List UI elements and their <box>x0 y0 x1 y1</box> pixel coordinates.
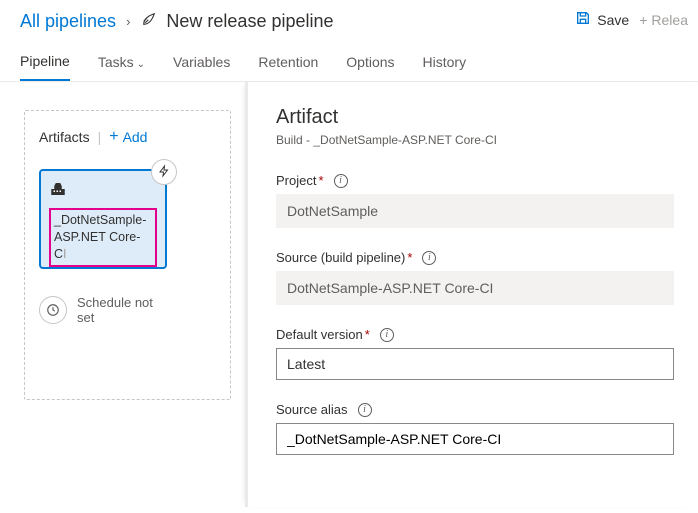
source-alias-label: Source alias i <box>276 402 674 417</box>
plus-icon: + <box>109 129 118 145</box>
build-icon <box>49 181 157 202</box>
tabs: Pipeline Tasks⌄ Variables Retention Opti… <box>0 39 698 82</box>
lightning-icon <box>158 164 170 181</box>
trigger-button[interactable] <box>151 159 177 185</box>
panel-subtitle: Build - _DotNetSample-ASP.NET Core-CI <box>276 133 674 147</box>
info-icon[interactable]: i <box>380 328 394 342</box>
save-button[interactable]: Save <box>575 10 629 29</box>
artifacts-panel: Artifacts | + Add _DotNetSample-ASP.NET <box>0 82 245 507</box>
tab-options[interactable]: Options <box>346 54 394 80</box>
source-alias-input[interactable] <box>276 423 674 455</box>
tab-tasks[interactable]: Tasks⌄ <box>98 54 145 80</box>
page-title: New release pipeline <box>166 11 333 32</box>
release-label: Relea <box>651 12 688 28</box>
default-version-select[interactable]: Latest <box>276 348 674 380</box>
panel-title: Artifact <box>276 106 674 129</box>
plus-icon: + <box>639 12 647 28</box>
save-label: Save <box>597 12 629 28</box>
source-input: DotNetSample-ASP.NET Core-CI <box>276 271 674 305</box>
project-input: DotNetSample <box>276 194 674 228</box>
tab-retention[interactable]: Retention <box>258 54 318 80</box>
release-button[interactable]: + Relea <box>639 12 688 28</box>
tab-history[interactable]: History <box>423 54 467 80</box>
tab-variables[interactable]: Variables <box>173 54 230 80</box>
info-icon[interactable]: i <box>422 251 436 265</box>
clock-icon <box>39 296 67 324</box>
default-version-label: Default version* i <box>276 327 674 342</box>
header-actions: Save + Relea <box>575 10 698 29</box>
artifact-alias: _DotNetSample-ASP.NET Core-CI <box>49 208 157 267</box>
tab-tasks-label: Tasks <box>98 54 134 70</box>
artifacts-heading: Artifacts <box>39 129 90 145</box>
schedule-label: Schedule not set <box>77 295 157 325</box>
info-icon[interactable]: i <box>358 403 372 417</box>
default-version-value: Latest <box>287 356 325 372</box>
chevron-down-icon: ⌄ <box>137 59 145 70</box>
chevron-right-icon: › <box>126 14 130 29</box>
add-artifact-button[interactable]: + Add <box>109 129 147 145</box>
save-icon <box>575 10 591 29</box>
source-label: Source (build pipeline)* i <box>276 250 674 265</box>
project-label: Project* i <box>276 173 674 188</box>
tab-pipeline[interactable]: Pipeline <box>20 53 70 81</box>
breadcrumb-root-link[interactable]: All pipelines <box>20 11 116 32</box>
divider: | <box>98 129 102 145</box>
artifacts-box: Artifacts | + Add _DotNetSample-ASP.NET <box>24 110 231 400</box>
artifact-card[interactable]: _DotNetSample-ASP.NET Core-CI <box>39 169 167 269</box>
pipeline-icon <box>140 10 158 33</box>
add-label: Add <box>123 129 148 145</box>
info-icon[interactable]: i <box>334 174 348 188</box>
schedule-button[interactable]: Schedule not set <box>39 295 216 325</box>
artifact-detail-panel: Artifact Build - _DotNetSample-ASP.NET C… <box>245 82 698 507</box>
